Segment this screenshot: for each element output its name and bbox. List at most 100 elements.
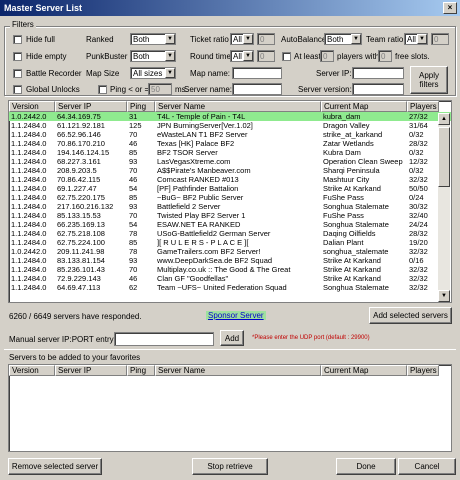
table-row[interactable]: 1.1.2484.0 70.86.42.115 46 Comcast RANKED #… [9, 175, 451, 184]
scroll-down-icon[interactable]: ▼ [438, 290, 450, 302]
add-button[interactable]: Add [220, 330, 244, 346]
mapsize-select[interactable]: All sizes ▼ [130, 67, 176, 79]
table-cell: FuShe Pass [323, 211, 364, 220]
window-titlebar[interactable]: Master Server List × [0, 0, 460, 16]
table-row[interactable]: 1.1.2484.0 62.75.224.100 85][ R U L E R S … [9, 238, 451, 247]
table-row[interactable]: 1.1.2484.0 68.227.3.161 93 LasVegasXtreme.c… [9, 157, 451, 166]
checkbox-box[interactable] [13, 85, 22, 94]
table-row[interactable]: 1.1.2484.0 70.86.170.210 46 Texas [HK] Pala… [9, 139, 451, 148]
ping-input[interactable]: 50 [148, 83, 172, 95]
chevron-down-icon[interactable]: ▼ [243, 51, 253, 61]
chevron-down-icon[interactable]: ▼ [165, 51, 175, 61]
table-row[interactable]: 1.1.2484.0 208.9.203.5 70 A$$Pirate's Manbe… [9, 166, 451, 175]
scroll-up-icon[interactable]: ▲ [438, 113, 450, 125]
server-ip-input[interactable] [352, 67, 404, 79]
checkbox-box[interactable] [98, 85, 107, 94]
server-name-input[interactable] [232, 83, 282, 95]
apply-filters-button[interactable]: Apply filters [410, 66, 448, 94]
table-row[interactable]: 1.1.2484.0 85.236.101.43 70 Multiplay.co.uk… [9, 265, 451, 274]
table-row[interactable]: 1.1.2484.0 217.160.216.132 93 Battlefield 2… [9, 202, 451, 211]
autobalance-select[interactable]: Both ▼ [324, 33, 362, 45]
remove-selected-server-button[interactable]: Remove selected server [8, 458, 102, 475]
chevron-down-icon[interactable]: ▼ [417, 34, 427, 44]
table-cell: strike_at_karkand [323, 130, 383, 139]
close-icon[interactable]: × [443, 2, 457, 14]
server-list-scrollbar[interactable]: ▲ ▼ [438, 113, 450, 302]
done-button[interactable]: Done [336, 458, 396, 475]
ticket-ratio-select[interactable]: All ▼ [230, 33, 254, 45]
map-name-input[interactable] [232, 67, 282, 79]
table-cell: 32/40 [409, 211, 428, 220]
ranked-select[interactable]: Both ▼ [130, 33, 176, 45]
table-cell: 32/32 [409, 175, 428, 184]
chevron-down-icon[interactable]: ▼ [165, 34, 175, 44]
table-row[interactable]: 1.1.2484.0 69.1.227.47 54 [PF] Pathfinder B… [9, 184, 451, 193]
responded-status: 6260 / 6649 servers have responded. [9, 312, 142, 321]
team-ratio-select[interactable]: All ▼ [404, 33, 428, 45]
round-time-input[interactable]: 0 [257, 50, 275, 62]
column-header[interactable]: Server IP [55, 365, 127, 376]
table-row[interactable]: 1.0.2442.0 64.34.169.75 31 T4L - Temple of … [9, 112, 451, 121]
ticket-ratio-input[interactable]: 0 [257, 33, 275, 45]
stop-retrieve-button[interactable]: Stop retrieve [192, 458, 268, 475]
cancel-button[interactable]: Cancel [398, 458, 456, 475]
table-row[interactable]: 1.1.2484.0 194.146.124.15 85 BF2 TSOR Serve… [9, 148, 451, 157]
table-cell: [PF] Pathfinder Battalion [157, 184, 239, 193]
column-header[interactable]: Ping [127, 365, 155, 376]
column-header[interactable]: Server Name [155, 365, 321, 376]
global-unlocks-checkbox[interactable]: Global Unlocks [13, 85, 80, 94]
manual-ip-input[interactable] [114, 332, 214, 346]
battle-recorder-checkbox[interactable]: Battle Recorder [13, 69, 82, 78]
checkbox-box[interactable] [13, 69, 22, 78]
add-selected-servers-button[interactable]: Add selected servers [369, 307, 452, 324]
scroll-thumb[interactable] [438, 127, 450, 187]
table-cell: 27/32 [409, 112, 428, 121]
ping-checkbox[interactable]: Ping < or = [98, 85, 149, 94]
hide-empty-checkbox[interactable]: Hide empty [13, 52, 66, 61]
column-header[interactable]: Players [407, 365, 439, 376]
column-header[interactable]: Server Name [155, 101, 321, 112]
chevron-down-icon[interactable]: ▼ [243, 34, 253, 44]
column-header[interactable]: Current Map [321, 365, 407, 376]
table-cell: 46 [129, 175, 138, 184]
team-ratio-input[interactable]: 0 [431, 33, 449, 45]
sponsor-server-link[interactable]: Sponsor Server [206, 311, 266, 320]
players-with-input[interactable]: 0 [378, 50, 392, 62]
table-row[interactable]: 1.1.2484.0 66.52.96.146 70 eWasteLAN T1 BF2… [9, 130, 451, 139]
chevron-down-icon[interactable]: ▼ [351, 34, 361, 44]
hide-full-checkbox[interactable]: Hide full [13, 35, 55, 44]
table-row[interactable]: 1.1.2484.0 83.133.81.154 93 www.DeepDarkSea… [9, 256, 451, 265]
table-cell: kubra_dam [323, 112, 361, 121]
table-row[interactable]: 1.1.2484.0 64.69.47.113 62 Team ~UFS~ Unite… [9, 283, 451, 292]
table-row[interactable]: 1.1.2484.0 72.9.229.143 46 Clan GF "Goodfel… [9, 274, 451, 283]
punkbuster-select[interactable]: Both ▼ [130, 50, 176, 62]
table-row[interactable]: 1.1.2484.0 66.235.169.13 54 ESAW.NET EA RAN… [9, 220, 451, 229]
column-header[interactable]: Ping [127, 101, 155, 112]
server-list[interactable]: Version Server IP Ping Server Name Current M… [8, 100, 452, 303]
table-cell: 62.75.220.175 [57, 193, 105, 202]
checkbox-box[interactable] [13, 52, 22, 61]
table-cell: 70.86.42.115 [57, 175, 101, 184]
column-header[interactable]: Version [9, 101, 55, 112]
table-cell: Multiplay.co.uk :: The Good & The Great [157, 265, 291, 274]
table-row[interactable]: 1.1.2484.0 61.121.92.181 125 JPN BurningSer… [9, 121, 451, 130]
favorites-list[interactable]: Version Server IP Ping Server Name Current M… [8, 364, 452, 452]
at-least-checkbox[interactable]: At least [282, 52, 321, 61]
checkbox-box[interactable] [13, 35, 22, 44]
round-time-select[interactable]: All ▼ [230, 50, 254, 62]
chevron-down-icon[interactable]: ▼ [165, 68, 175, 78]
checkbox-box[interactable] [282, 52, 291, 61]
table-row[interactable]: 1.1.2484.0 62.75.220.175 85 ~BuG~ BF2 Publi… [9, 193, 451, 202]
column-header[interactable]: Current Map [321, 101, 407, 112]
server-version-input[interactable] [352, 83, 404, 95]
server-ip-label: Server IP: [316, 69, 352, 78]
table-row[interactable]: 1.1.2484.0 85.133.15.53 70 Twisted Play BF2… [9, 211, 451, 220]
column-header[interactable]: Version [9, 365, 55, 376]
table-row[interactable]: 1.1.2484.0 62.75.218.108 78 USoG-Battlefiel… [9, 229, 451, 238]
table-row[interactable]: 1.0.2442.0 209.11.241.98 78 GameTrailers.co… [9, 247, 451, 256]
table-cell: 1.1.2484.0 [11, 166, 47, 175]
table-cell: Texas [HK] Palace BF2 [157, 139, 235, 148]
at-least-input[interactable]: 0 [320, 50, 334, 62]
column-header[interactable]: Server IP [55, 101, 127, 112]
column-header[interactable]: Players [407, 101, 439, 112]
